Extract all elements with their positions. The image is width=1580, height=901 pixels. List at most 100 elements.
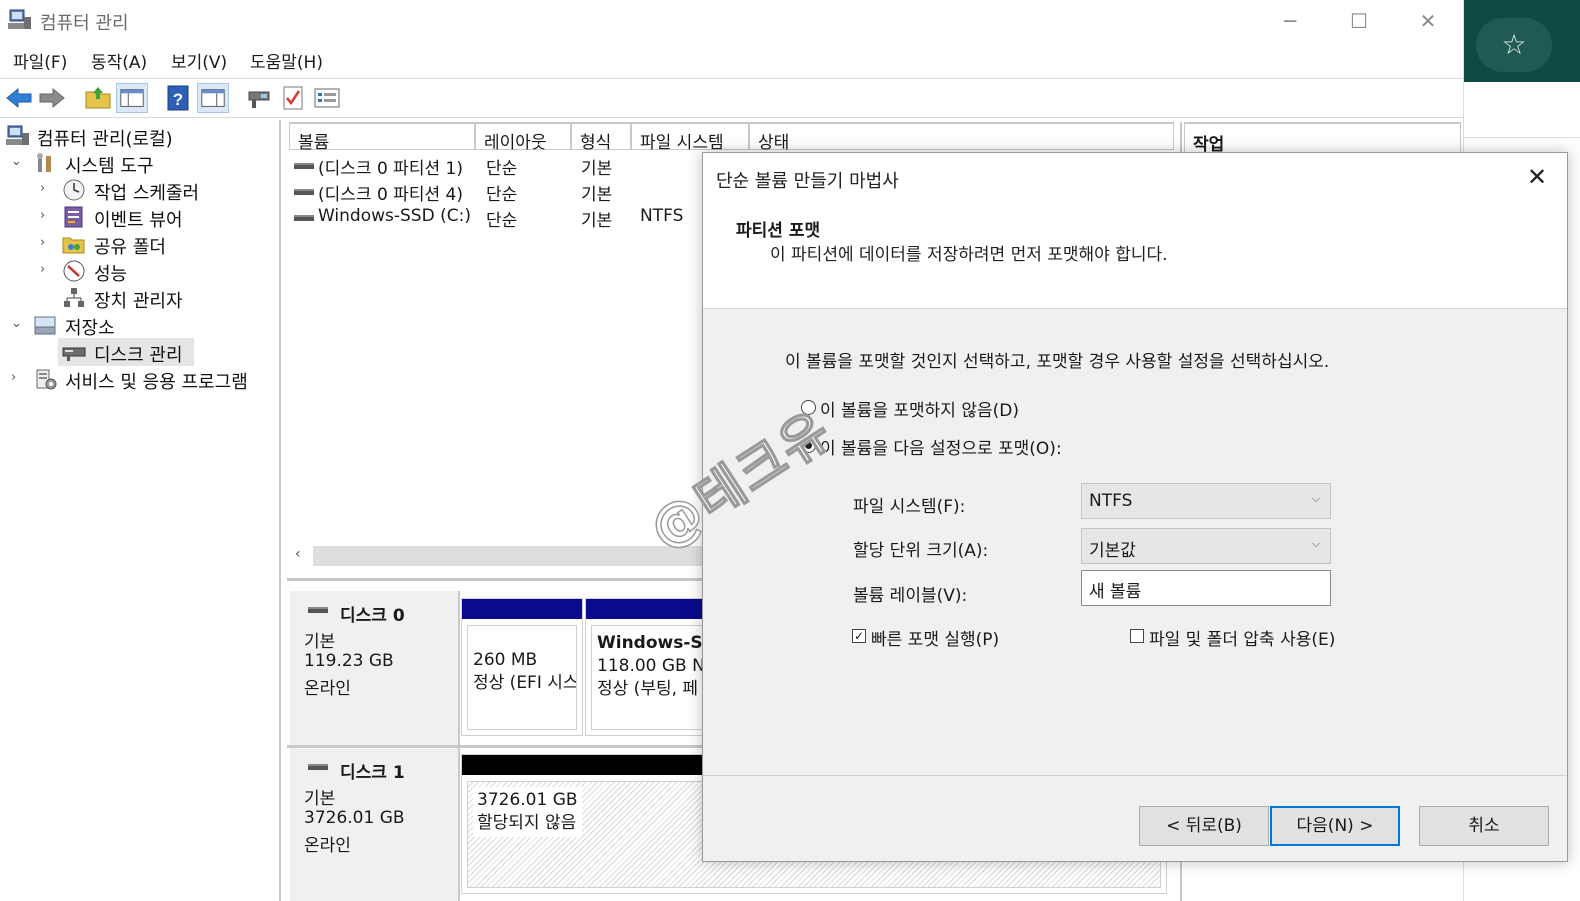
column-header-filesystem[interactable]: 파일 시스템 <box>631 122 749 153</box>
chevron-down-icon[interactable]: ⌄ <box>11 316 22 331</box>
menu-view[interactable]: 보기(V) <box>171 48 227 73</box>
partition-desc: 정상 (EFI 시스 <box>473 673 577 693</box>
disk-kind: 기본 <box>304 632 336 652</box>
partition-efi[interactable]: 260 MB 정상 (EFI 시스 <box>461 598 583 736</box>
tree-item-task-scheduler[interactable]: › 작업 스케줄러 <box>0 178 280 204</box>
tree-label: 작업 스케줄러 <box>94 183 200 204</box>
new-simple-volume-wizard: 단순 볼륨 만들기 마법사 ✕ 파티션 포맷 이 파티션에 데이터를 저장하려면… <box>702 152 1568 862</box>
checkbox-label: 빠른 포맷 실행(P) <box>871 630 1000 650</box>
menu-bar: 파일(F) 동작(A) 보기(V) 도움말(H) <box>0 44 1463 76</box>
disk-1-info[interactable]: 디스크 1 기본 3726.01 GB 온라인 <box>290 748 458 901</box>
wizard-close-icon[interactable]: ✕ <box>1527 163 1547 191</box>
show-hide-tree-icon[interactable] <box>116 83 148 113</box>
chevron-down-icon[interactable]: ⌄ <box>11 154 22 169</box>
back-arrow-icon[interactable] <box>3 83 35 113</box>
allocation-unit-label: 할당 단위 크기(A): <box>853 541 989 561</box>
properties-view-icon[interactable] <box>197 83 229 113</box>
back-button[interactable]: < 뒤로(B) <box>1139 806 1269 846</box>
checkbox-label: 파일 및 폴더 압축 사용(E) <box>1149 630 1336 650</box>
navigation-tree: 컴퓨터 관리(로컬) ⌄ 시스템 도구 › 작업 스케줄러 › 이벤트 뷰어 › <box>0 120 281 901</box>
volume-name: (디스크 0 파티션 4) <box>318 185 463 205</box>
connect-icon[interactable] <box>243 83 275 113</box>
volume-icon <box>294 189 314 195</box>
minimize-button[interactable]: ─ <box>1267 4 1313 38</box>
wizard-header: 단순 볼륨 만들기 마법사 ✕ 파티션 포맷 이 파티션에 데이터를 저장하려면… <box>703 153 1567 309</box>
menu-action[interactable]: 동작(A) <box>91 48 147 73</box>
tree-item-shared-folders[interactable]: › 공유 폴더 <box>0 232 280 258</box>
scroll-left-icon[interactable]: ‹ <box>295 546 301 562</box>
allocation-unit-select[interactable]: 기본값 ⌵ <box>1081 528 1331 564</box>
tree-label: 이벤트 뷰어 <box>94 210 183 231</box>
disk-size: 3726.01 GB <box>304 808 405 828</box>
maximize-button[interactable]: ☐ <box>1336 4 1382 38</box>
tree-item-device-manager[interactable]: 장치 관리자 <box>0 286 280 312</box>
computer-management-icon <box>6 125 29 145</box>
tree-item-storage[interactable]: ⌄ 저장소 <box>0 313 280 339</box>
allocation-unit-value: 기본값 <box>1089 541 1136 561</box>
column-header-layout[interactable]: 레이아웃 <box>475 122 571 153</box>
tree-item-disk-management[interactable]: 디스크 관리 <box>0 338 280 366</box>
disk-status: 온라인 <box>304 836 351 856</box>
tree-item-services-apps[interactable]: › 서비스 및 응용 프로그램 <box>0 367 280 393</box>
tree-label: 성능 <box>94 264 128 285</box>
partition-desc: 할당되지 않음 <box>477 813 577 833</box>
filesystem-select[interactable]: NTFS ⌵ <box>1081 483 1331 519</box>
tree-label: 서비스 및 응용 프로그램 <box>65 372 248 393</box>
chevron-right-icon[interactable]: › <box>40 181 45 196</box>
volume-label-label: 볼륨 레이블(V): <box>853 586 968 606</box>
column-header-status[interactable]: 상태 <box>749 122 1174 153</box>
checkbox-indicator[interactable]: ✓ <box>852 629 866 643</box>
column-header-type[interactable]: 형식 <box>571 122 631 153</box>
volume-icon <box>294 163 314 169</box>
tree-item-performance[interactable]: › 성능 <box>0 259 280 285</box>
volume-name: Windows-SSD (C:) <box>318 206 471 226</box>
checkbox-indicator[interactable] <box>1130 629 1144 643</box>
tree-item-system-tools[interactable]: ⌄ 시스템 도구 <box>0 151 280 177</box>
disk-icon <box>308 764 328 770</box>
wizard-subheading: 이 파티션에 데이터를 저장하려면 먼저 포맷해야 합니다. <box>770 245 1168 265</box>
disk-0-info[interactable]: 디스크 0 기본 119.23 GB 온라인 <box>290 591 458 745</box>
menu-help[interactable]: 도움말(H) <box>250 48 323 73</box>
menu-file[interactable]: 파일(F) <box>13 48 67 73</box>
disk-icon <box>62 347 86 361</box>
title-bar: 컴퓨터 관리 ─ ☐ ✕ <box>0 0 1463 42</box>
chevron-right-icon[interactable]: › <box>40 235 45 250</box>
tree-item-computer-management[interactable]: 컴퓨터 관리(로컬) <box>0 124 280 150</box>
chevron-right-icon[interactable]: › <box>40 262 45 277</box>
performance-icon <box>63 260 85 282</box>
chevron-right-icon[interactable]: › <box>11 370 16 385</box>
browser-subbar <box>1464 82 1580 138</box>
toolbar: ? <box>0 78 1463 118</box>
cancel-button[interactable]: 취소 <box>1419 806 1549 846</box>
close-button[interactable]: ✕ <box>1405 4 1451 38</box>
actions-header[interactable]: 작업 <box>1184 122 1461 155</box>
browser-toolbar: ☆ <box>1464 0 1580 82</box>
scrollbar-thumb[interactable] <box>313 546 713 566</box>
disk-icon <box>308 607 328 613</box>
table-row[interactable]: Windows-SSD (C:) 단순 기본 NTFS <box>289 205 709 231</box>
bookmark-star-icon[interactable]: ☆ <box>1476 18 1552 72</box>
table-row[interactable]: (디스크 0 파티션 4) 단순 기본 <box>289 179 709 205</box>
partition-details: 260 MB 정상 (EFI 시스 <box>467 625 577 730</box>
chevron-right-icon[interactable]: › <box>40 208 45 223</box>
help-icon[interactable]: ? <box>162 83 194 113</box>
up-folder-icon[interactable] <box>82 83 114 113</box>
filesystem-label: 파일 시스템(F): <box>853 497 966 517</box>
table-row[interactable]: (디스크 0 파티션 1) 단순 기본 <box>289 153 709 179</box>
volume-label-input[interactable]: 새 볼륨 <box>1081 570 1331 606</box>
tree-label: 공유 폴더 <box>94 237 166 258</box>
column-header-volume[interactable]: 볼륨 <box>289 122 475 153</box>
disk-name: 디스크 1 <box>340 763 405 783</box>
volume-layout: 단순 <box>486 211 518 231</box>
check-icon[interactable] <box>277 83 309 113</box>
volume-type: 기본 <box>581 159 613 179</box>
forward-arrow-icon[interactable] <box>36 83 68 113</box>
list-view-icon[interactable] <box>311 83 343 113</box>
wizard-heading: 파티션 포맷 <box>736 221 821 241</box>
horizontal-scrollbar[interactable]: ‹ <box>289 544 713 568</box>
next-button[interactable]: 다음(N) > <box>1270 806 1400 846</box>
tree-item-event-viewer[interactable]: › 이벤트 뷰어 <box>0 205 280 231</box>
tree-label: 디스크 관리 <box>94 345 183 366</box>
window-title: 컴퓨터 관리 <box>40 13 129 34</box>
svg-text:?: ? <box>173 90 183 109</box>
